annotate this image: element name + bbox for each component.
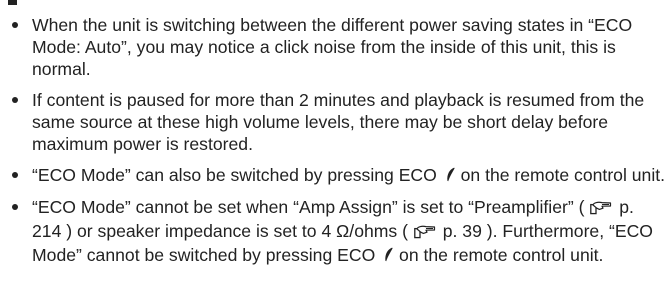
- bullet-icon: [12, 204, 18, 210]
- note-text: ) or speaker impedance is set to 4 Ω/ohm…: [66, 221, 408, 241]
- note-text: “ECO Mode” cannot be set when “Amp Assig…: [32, 197, 585, 217]
- note-item: When the unit is switching between the d…: [0, 14, 671, 80]
- note-text: When the unit is switching between the d…: [32, 15, 633, 79]
- bullet-icon: [12, 97, 18, 103]
- page-reference-link[interactable]: p. 39: [443, 221, 482, 241]
- note-item: “ECO Mode” can also be switched by press…: [0, 164, 671, 187]
- eco-leaf-icon: [384, 245, 393, 267]
- page-reference-icon: [590, 198, 612, 220]
- note-item: “ECO Mode” cannot be set when “Amp Assig…: [0, 196, 671, 267]
- note-item: If content is paused for more than 2 min…: [0, 89, 671, 155]
- page-corner-mark: [8, 0, 17, 5]
- note-text: “ECO Mode” can also be switched by press…: [32, 165, 437, 185]
- bullet-icon: [12, 172, 18, 178]
- notes-list: When the unit is switching between the d…: [0, 14, 671, 276]
- note-text: If content is paused for more than 2 min…: [32, 90, 645, 154]
- page-reference-icon: [414, 222, 436, 244]
- bullet-icon: [12, 22, 18, 28]
- eco-leaf-icon: [446, 165, 455, 187]
- note-text: on the remote control unit.: [399, 245, 604, 265]
- note-text: on the remote control unit.: [460, 165, 666, 185]
